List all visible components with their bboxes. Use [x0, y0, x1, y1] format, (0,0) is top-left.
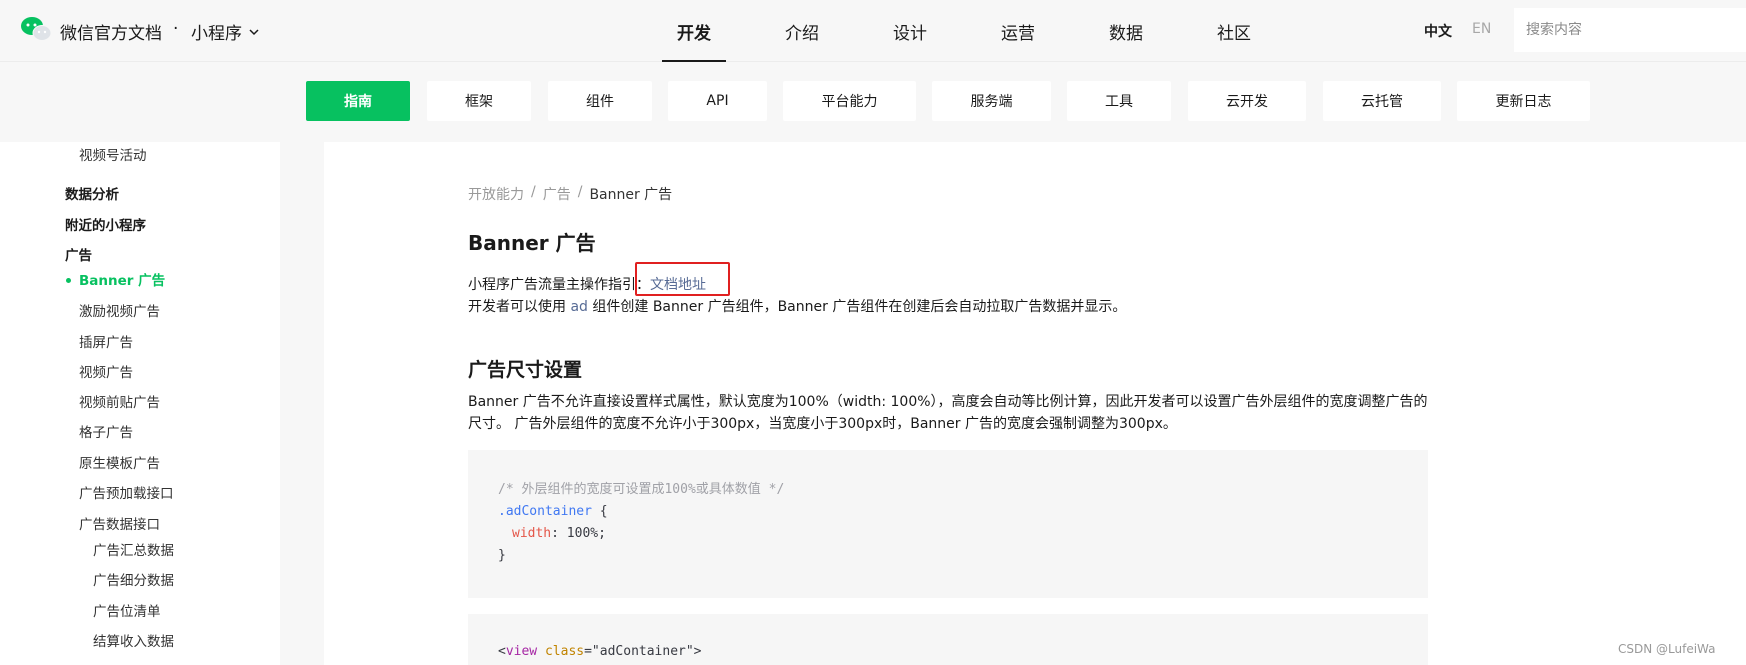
breadcrumb-separator: /	[531, 184, 536, 200]
tab-changelog[interactable]: 更新日志	[1457, 81, 1590, 121]
tab-framework[interactable]: 框架	[427, 81, 531, 121]
lang-zh-link[interactable]: 中文	[1424, 21, 1452, 41]
intro-text-after: 组件创建 Banner 广告组件，Banner 广告组件在创建后会自动拉取广告数…	[587, 299, 1127, 315]
code-close-brace: }	[498, 548, 506, 563]
sidebar-item-grid-ad[interactable]: 格子广告	[79, 421, 133, 441]
tab-guide[interactable]: 指南	[306, 81, 410, 121]
tab-components[interactable]: 组件	[548, 81, 652, 121]
nav-item-design[interactable]: 设计	[856, 0, 964, 62]
sidebar-item-ads[interactable]: 广告	[65, 244, 92, 264]
sidebar-item-settlement-data[interactable]: 结算收入数据	[93, 630, 174, 650]
breadcrumb-current: Banner 广告	[589, 187, 673, 203]
code-block-wxml: <view class="adContainer">	[468, 614, 1428, 665]
nav-item-community[interactable]: 社区	[1180, 0, 1288, 62]
intro-paragraph: 开发者可以使用 ad 组件创建 Banner 广告组件，Banner 广告组件在…	[468, 296, 1126, 316]
ad-component-link[interactable]: ad	[570, 299, 587, 315]
nav-item-data[interactable]: 数据	[1072, 0, 1180, 62]
main-nav: 开发 介绍 设计 运营 数据 社区	[640, 0, 1288, 62]
code-value: : 100%;	[551, 526, 606, 541]
search-input[interactable]	[1514, 8, 1746, 52]
highlight-box	[635, 262, 730, 296]
tab-cloud-hosting[interactable]: 云托管	[1323, 81, 1441, 121]
section-paragraph: Banner 广告不允许直接设置样式属性，默认宽度为100%（width: 10…	[468, 394, 1428, 432]
breadcrumb-open-capability[interactable]: 开放能力	[468, 184, 524, 204]
code-attr-value: ="adContainer">	[584, 644, 702, 659]
breadcrumb-ads[interactable]: 广告	[543, 184, 571, 204]
sidebar-divider	[280, 142, 324, 665]
sidebar-item-video-ad[interactable]: 视频广告	[79, 361, 133, 381]
tab-cloud-dev[interactable]: 云开发	[1188, 81, 1306, 121]
code-tag-open: <	[498, 644, 506, 659]
sidebar-item-channel-activity[interactable]: 视频号活动	[79, 144, 147, 164]
code-selector: .adContainer	[498, 504, 592, 519]
tab-platform[interactable]: 平台能力	[783, 81, 916, 121]
sidebar-item-preload-api[interactable]: 广告预加载接口	[79, 482, 174, 502]
sidebar-item-banner-ad[interactable]: Banner 广告	[79, 269, 165, 289]
nav-item-operation[interactable]: 运营	[964, 0, 1072, 62]
sidebar-item-data-analysis[interactable]: 数据分析	[65, 183, 119, 203]
sidebar-item-native-template[interactable]: 原生模板广告	[79, 452, 160, 472]
code-tag-name: view	[505, 644, 538, 659]
sidebar-item-detail-data[interactable]: 广告细分数据	[93, 569, 174, 589]
lang-en-link[interactable]: EN	[1472, 21, 1491, 37]
sidebar-item-ad-data-api[interactable]: 广告数据接口	[79, 513, 160, 533]
nav-item-intro[interactable]: 介绍	[748, 0, 856, 62]
tab-server[interactable]: 服务端	[932, 81, 1051, 121]
sidebar-item-preroll[interactable]: 视频前贴广告	[79, 391, 160, 411]
brand-title[interactable]: 微信官方文档	[60, 19, 162, 44]
sidebar-item-rewarded-video[interactable]: 激励视频广告	[79, 300, 160, 320]
nav-item-develop[interactable]: 开发	[640, 0, 748, 62]
tab-api[interactable]: API	[668, 81, 767, 121]
code-property: width	[512, 526, 552, 541]
sidebar-item-interstitial[interactable]: 插屏广告	[79, 331, 133, 351]
sub-nav: 指南 框架 组件 API 平台能力 服务端 工具 云开发 云托管 更新日志	[0, 62, 1746, 142]
top-header: 微信官方文档 · 小程序 开发 介绍 设计 运营 数据 社区 中文 EN	[0, 0, 1746, 62]
active-indicator-dot	[66, 278, 71, 283]
product-label: 小程序	[191, 24, 242, 44]
code-open-brace: {	[591, 504, 608, 519]
intro-text-before: 开发者可以使用	[468, 299, 571, 315]
sidebar-item-adunit-list[interactable]: 广告位清单	[93, 600, 161, 620]
tab-tools[interactable]: 工具	[1067, 81, 1171, 121]
sidebar-item-nearby[interactable]: 附近的小程序	[65, 214, 146, 234]
chevron-down-icon	[249, 28, 259, 35]
breadcrumb-separator: /	[577, 184, 583, 200]
section-title-ad-size: 广告尺寸设置	[468, 359, 583, 381]
page-title: Banner 广告	[468, 231, 596, 255]
sidebar-item-summary-data[interactable]: 广告汇总数据	[93, 539, 174, 559]
guide-text: 小程序广告流量主操作指引：	[468, 277, 650, 293]
product-switcher[interactable]: 小程序	[191, 19, 260, 44]
wechat-logo-icon[interactable]	[20, 16, 52, 42]
code-comment: /* 外层组件的宽度可设置成100%或具体数值 */	[498, 482, 785, 497]
breadcrumb: 开放能力 / 广告 / Banner 广告	[468, 184, 672, 204]
code-block-css: /* 外层组件的宽度可设置成100%或具体数值 */ .adContainer …	[468, 450, 1428, 598]
brand-separator: ·	[173, 19, 179, 39]
code-attr-name: class	[544, 644, 585, 659]
watermark: CSDN @LufeiWa	[1618, 642, 1716, 656]
